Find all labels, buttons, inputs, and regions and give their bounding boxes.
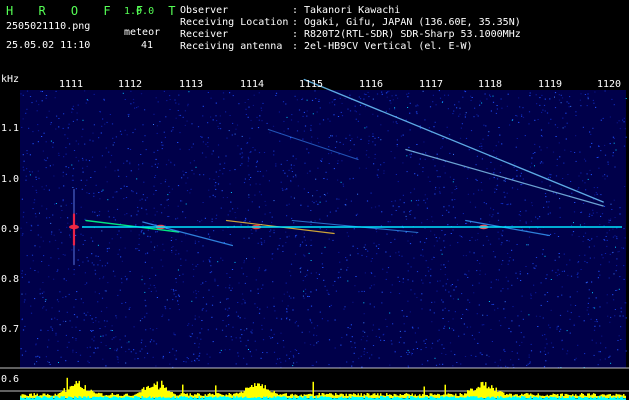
x-tick-label: 1112 (117, 79, 143, 90)
x-tick-label: 1115 (298, 79, 324, 90)
x-tick-label: 1117 (418, 79, 444, 90)
x-tick-label: 1118 (477, 79, 503, 90)
y-tick-label: 0.8 (1, 274, 20, 285)
info-label-antenna: Receiving antenna (180, 41, 283, 52)
x-tick-label: 1114 (239, 79, 265, 90)
info-colon: : (292, 17, 299, 28)
info-colon: : (292, 29, 299, 40)
info-colon: : (292, 5, 299, 16)
y-axis-unit-label: kHz (1, 74, 20, 85)
spectrogram-background (20, 90, 626, 368)
app-title: H R O F F T (6, 4, 185, 18)
meteor-count: 41 (141, 40, 154, 51)
info-value-antenna: 2el-HB9CV Vertical (el. E-W) (304, 41, 473, 52)
file-datetime: 25.05.02 11:10 (6, 40, 91, 51)
header-panel: H R O F F T 1.0.0 2505021110.png 25.05.0… (0, 0, 629, 75)
file-name: 2505021110.png (6, 21, 91, 32)
info-value-receiver: R820T2(RTL-SDR) SDR-Sharp 53.1000MHz (304, 29, 521, 40)
info-label-receiver: Receiver (180, 29, 229, 40)
info-value-observer: Takanori Kawachi (304, 5, 401, 16)
x-tick-label: 1111 (58, 79, 84, 90)
info-label-observer: Observer (180, 5, 229, 16)
y-tick-label: 0.6 (1, 374, 20, 385)
x-tick-label: 1116 (358, 79, 384, 90)
y-tick-label: 0.7 (1, 324, 20, 335)
info-value-location: Ogaki, Gifu, JAPAN (136.60E, 35.35N) (304, 17, 521, 28)
info-colon: : (292, 41, 299, 52)
app-version: 1.0.0 (124, 6, 155, 17)
meteor-label: meteor (124, 27, 161, 38)
x-tick-label: 1119 (537, 79, 563, 90)
y-tick-label: 1.0 (1, 174, 20, 185)
y-tick-label: 0.9 (1, 224, 20, 235)
x-tick-label: 1113 (178, 79, 204, 90)
y-tick-label: 1.1 (1, 123, 20, 134)
info-label-location: Receiving Location (180, 17, 289, 28)
x-tick-label: 1120 (596, 79, 622, 90)
